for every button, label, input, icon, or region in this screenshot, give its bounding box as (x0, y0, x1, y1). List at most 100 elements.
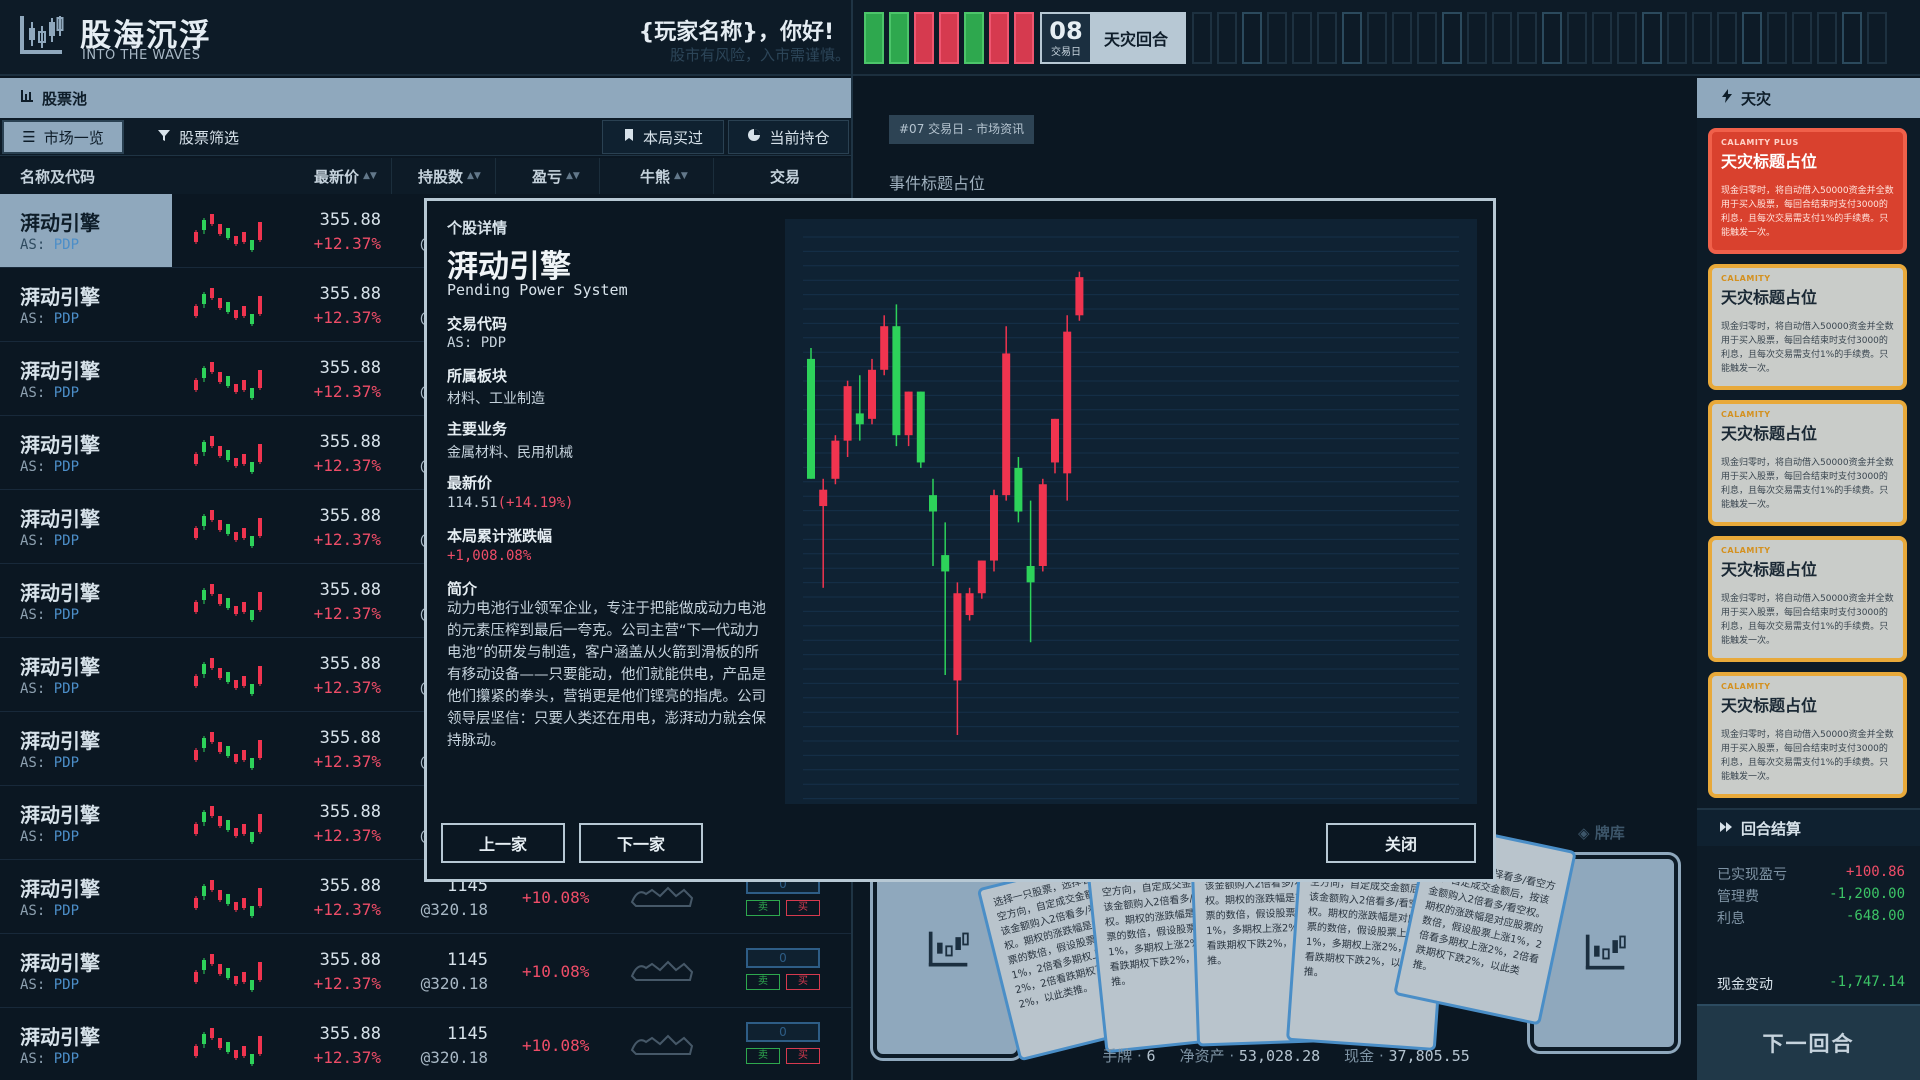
future-days (1192, 12, 1887, 64)
stock-name-cell[interactable]: 湃动引擎 AS: PDP (0, 712, 172, 785)
card-title: 天灾标题占位 (1721, 424, 1818, 443)
sparkline-candle (258, 296, 262, 314)
stock-code: AS: PDP (20, 533, 79, 549)
price-change: (+14.19%) (497, 495, 574, 511)
stock-ticker: PDP (53, 385, 80, 401)
buy-button[interactable]: 买 (786, 974, 820, 990)
buy-button[interactable]: 买 (786, 900, 820, 916)
sparkline-candle (202, 1034, 206, 1044)
stock-name-cell[interactable]: 湃动引擎 AS: PDP (0, 1008, 172, 1080)
stock-name-cell[interactable]: 湃动引擎 AS: PDP (0, 786, 172, 859)
sparkline-candle (234, 236, 238, 244)
day-history-bar (1014, 12, 1034, 64)
buy-button[interactable]: 买 (786, 1048, 820, 1064)
avg-cost: @320.18 (420, 974, 488, 993)
sparkline-candle (250, 240, 254, 250)
card-tag: CALAMITY (1721, 410, 1771, 419)
sparkline-candle (234, 532, 238, 540)
sparkline-candle (250, 832, 254, 842)
stock-name-cell[interactable]: 湃动引擎 AS: PDP (0, 268, 172, 341)
next-stock-button[interactable]: 下一家 (579, 823, 703, 863)
tab-market-overview[interactable]: ☰ 市场一览 (2, 120, 124, 154)
realized-label: 已实现盈亏 (1717, 867, 1787, 883)
card-title: 天灾标题占位 (1721, 696, 1818, 715)
sparkline-candle (210, 510, 214, 520)
stock-change: +12.37% (313, 752, 381, 771)
tab-current-holdings[interactable]: 当前持仓 (728, 120, 849, 154)
sparkline-candle (194, 972, 198, 982)
day-history-bar (889, 12, 909, 64)
stock-name-cell[interactable]: 湃动引擎 AS: PDP (0, 934, 172, 1007)
sparkline-candle (242, 602, 246, 612)
stock-name: 湃动引擎 (20, 803, 100, 827)
stock-ticker: PDP (53, 1051, 80, 1067)
tab-stock-filter[interactable]: 股票筛选 (128, 120, 268, 154)
sell-button[interactable]: 卖 (746, 974, 780, 990)
day-label: 交易日 (1051, 46, 1081, 58)
logo-icon (20, 16, 64, 54)
sell-button[interactable]: 卖 (746, 900, 780, 916)
trade-quantity-input[interactable]: 0 (746, 1022, 820, 1042)
col-shares[interactable]: 持股数 ▲▼ (396, 158, 496, 194)
stock-ticker: PDP (53, 607, 80, 623)
sparkline (194, 880, 262, 918)
tab-bought-this-game[interactable]: 本局买过 (602, 120, 724, 154)
calamity-card[interactable]: CALAMITY 天灾标题占位 现金归零时，将自动借入50000资金并全数用于买… (1708, 400, 1907, 526)
close-button[interactable]: 关闭 (1326, 823, 1476, 863)
hand-count: 手牌 · 6 (1102, 1046, 1156, 1065)
sparkline-candle (258, 740, 262, 758)
future-day-slot (1617, 12, 1637, 64)
sparkline-candle (250, 758, 254, 768)
sparkline-candle (210, 658, 214, 668)
sparkline-candle (210, 880, 214, 890)
future-day-slot (1367, 12, 1387, 64)
sparkline-candle (234, 310, 238, 318)
current-day-badge: 08 交易日 天灾回合 (1040, 12, 1186, 64)
stock-name-cell[interactable]: 湃动引擎 AS: PDP (0, 860, 172, 933)
stock-name: 湃动引擎 (20, 581, 100, 605)
candle-body (868, 369, 876, 419)
stock-name-cell[interactable]: 湃动引擎 AS: PDP (0, 490, 172, 563)
stock-code: AS: PDP (20, 903, 79, 919)
assets-label: 净资产 (1179, 1046, 1225, 1065)
sparkline-candle (250, 610, 254, 620)
sparkline-candle (258, 666, 262, 684)
table-row[interactable]: 湃动引擎 AS: PDP 355.88 +12.37% 1145 @320.18… (0, 934, 851, 1008)
stock-name-cell[interactable]: 湃动引擎 AS: PDP (0, 638, 172, 711)
table-row[interactable]: 湃动引擎 AS: PDP 355.88 +12.37% 1145 @320.18… (0, 1008, 851, 1080)
calamity-card[interactable]: CALAMITY 天灾标题占位 现金归零时，将自动借入50000资金并全数用于买… (1708, 672, 1907, 798)
stock-pool-header: 股票池 (0, 78, 851, 118)
col-price[interactable]: 最新价 ▲▼ (292, 158, 392, 194)
position-pnl: +10.08% (522, 1036, 590, 1055)
calamity-card[interactable]: CALAMITY PLUS 天灾标题占位 现金归零时，将自动借入50000资金并… (1708, 128, 1907, 254)
table-header: 名称及代码 最新价 ▲▼ 持股数 ▲▼ 盈亏 ▲▼ 牛熊 ▲▼ 交易 (0, 158, 851, 194)
tab-label: 当前持仓 (769, 128, 830, 147)
prev-stock-button[interactable]: 上一家 (441, 823, 565, 863)
stock-name-cell[interactable]: 湃动引擎 AS: PDP (0, 194, 172, 267)
calamity-card[interactable]: CALAMITY 天灾标题占位 现金归零时，将自动借入50000资金并全数用于买… (1708, 536, 1907, 662)
stock-name: 湃动引擎 (20, 951, 100, 975)
stock-pool-title: 股票池 (42, 89, 88, 108)
stock-ticker: PDP (53, 977, 80, 993)
stock-name-cell[interactable]: 湃动引擎 AS: PDP (0, 342, 172, 415)
stock-name-cell[interactable]: 湃动引擎 AS: PDP (0, 416, 172, 489)
candle-body (1026, 566, 1035, 583)
next-round-button[interactable]: 下一回合 (1697, 1004, 1920, 1080)
sparkline (194, 362, 262, 400)
col-trade: 交易 (770, 167, 801, 186)
sparkline-candle (202, 812, 206, 822)
col-bull-bear[interactable]: 牛熊 ▲▼ (604, 158, 714, 194)
sparkline-candle (242, 676, 246, 686)
stock-name-cell[interactable]: 湃动引擎 AS: PDP (0, 564, 172, 637)
stock-change: +12.37% (313, 456, 381, 475)
stock-change: +12.37% (313, 308, 381, 327)
future-day-slot (1817, 12, 1837, 64)
sell-button[interactable]: 卖 (746, 1048, 780, 1064)
fee-label: 管理费 (1717, 889, 1759, 905)
calamity-card[interactable]: CALAMITY 天灾标题占位 现金归零时，将自动借入50000资金并全数用于买… (1708, 264, 1907, 390)
future-day-slot (1567, 12, 1587, 64)
col-pnl[interactable]: 盈亏 ▲▼ (500, 158, 600, 194)
price-value: 114.51 (447, 495, 498, 511)
card-title: 天灾标题占位 (1721, 288, 1818, 307)
trade-quantity-input[interactable]: 0 (746, 948, 820, 968)
